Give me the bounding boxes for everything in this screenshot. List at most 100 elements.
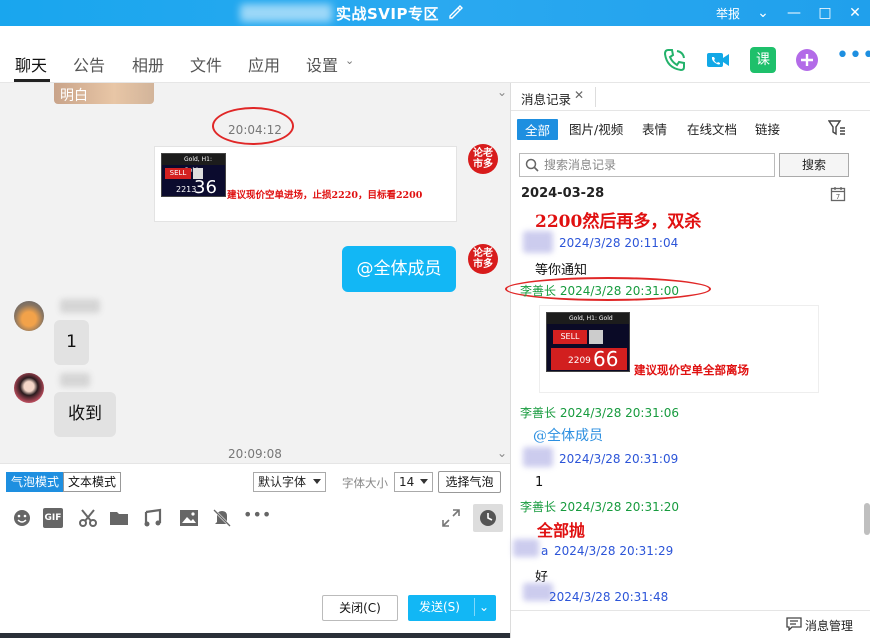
- history-message-text: 等你通知: [535, 263, 588, 278]
- phone-call-icon[interactable]: [662, 47, 688, 73]
- font-size-value: 14: [399, 475, 415, 489]
- avatar-seal[interactable]: 论老 市多: [468, 144, 498, 174]
- chevron-down-icon[interactable]: ⌄: [479, 595, 489, 619]
- send-button[interactable]: 发送(S) ⌄: [408, 595, 496, 621]
- close-icon[interactable]: ✕: [845, 3, 865, 23]
- timestamp: 20:09:08: [228, 447, 282, 461]
- search-placeholder: 搜索消息记录: [544, 158, 617, 172]
- font-family-value: 默认字体: [258, 475, 307, 489]
- font-size-label: 字体大小: [342, 476, 388, 490]
- tab-chat[interactable]: 聊天: [15, 52, 47, 76]
- image-message[interactable]: Gold, H1: Gold SELL 2213 36 建议现价空单进场，止损2…: [154, 146, 457, 222]
- message-input-area: 气泡模式 文本模式 默认字体 字体大小 14 选择气泡 GIF ••• 关闭(C…: [0, 463, 510, 633]
- partial-image[interactable]: 明白: [54, 83, 154, 104]
- report-link[interactable]: 举报: [716, 5, 740, 22]
- video-call-icon[interactable]: [705, 47, 731, 73]
- history-message-time: 2024/3/28 20:31:48: [549, 590, 669, 604]
- avatar[interactable]: [14, 301, 44, 331]
- add-app-icon[interactable]: [794, 47, 820, 73]
- message-bubble[interactable]: 收到: [54, 392, 116, 437]
- chevron-down-icon[interactable]: ⌄: [753, 3, 773, 23]
- history-search-button[interactable]: 搜索: [779, 153, 849, 177]
- tab-files[interactable]: 文件: [190, 52, 222, 76]
- history-tab-title[interactable]: 消息记录: [521, 89, 571, 108]
- chevron-down-icon: [420, 479, 428, 484]
- trade-note: 建议现价空单全部离场: [634, 363, 749, 377]
- maximize-icon[interactable]: □: [815, 3, 835, 23]
- sell-label: SELL: [553, 330, 587, 344]
- class-icon[interactable]: 课: [750, 47, 776, 73]
- choose-bubble-button[interactable]: 选择气泡: [438, 471, 501, 493]
- trade-note: 建议现价空单进场，止损2220，目标看2200: [227, 190, 423, 201]
- tab-settings[interactable]: 设置: [306, 52, 338, 76]
- close-icon[interactable]: ✕: [574, 88, 584, 102]
- more-icon[interactable]: •••: [243, 507, 271, 528]
- bubble-mode-button[interactable]: 气泡模式: [6, 472, 65, 492]
- filter-docs[interactable]: 在线文档: [687, 119, 737, 138]
- send-label: 发送(S): [419, 600, 460, 614]
- history-search-input[interactable]: 搜索消息记录: [519, 153, 775, 177]
- divider: [474, 598, 475, 616]
- scissors-icon[interactable]: [78, 508, 98, 528]
- gif-icon[interactable]: GIF: [43, 508, 63, 528]
- text-mode-button[interactable]: 文本模式: [63, 472, 122, 492]
- trade-panel-image: Gold, H1: Gold SELL 2209 66: [546, 312, 630, 372]
- font-family-select[interactable]: 默认字体: [253, 472, 326, 492]
- history-footer: 消息管理: [511, 610, 870, 638]
- message-manage-button[interactable]: 消息管理: [805, 617, 853, 634]
- history-date: 2024-03-28: [521, 186, 605, 201]
- filter-links[interactable]: 链接: [755, 119, 780, 138]
- filter-all[interactable]: 全部: [517, 119, 559, 140]
- price-small: 2209: [568, 356, 591, 366]
- sell-label: SELL: [165, 168, 191, 179]
- filter-icon[interactable]: [828, 120, 846, 136]
- chevron-down-icon: [313, 479, 321, 484]
- music-icon[interactable]: [143, 508, 163, 528]
- history-message-text: @全体成员: [533, 428, 603, 444]
- tab-announcement[interactable]: 公告: [73, 52, 105, 76]
- font-size-select[interactable]: 14: [394, 472, 433, 492]
- partial-image-text: 明白: [60, 88, 88, 104]
- tab-active-indicator: [14, 79, 50, 82]
- tab-album[interactable]: 相册: [132, 52, 164, 76]
- more-icon[interactable]: •••: [836, 45, 870, 73]
- collapse-icon[interactable]: ⌄: [497, 85, 507, 99]
- tab-apps[interactable]: 应用: [248, 52, 280, 76]
- image-message[interactable]: Gold, H1: Gold SELL 2209 66 建议现价空单全部离场: [539, 305, 819, 393]
- message-manage-icon[interactable]: [786, 617, 802, 631]
- title-bar: 实战SVIP专区 举报 ⌄ — □ ✕: [0, 0, 870, 26]
- history-tab-header: 消息记录 ✕: [511, 83, 870, 111]
- image-icon[interactable]: [179, 508, 199, 528]
- edit-icon[interactable]: [447, 4, 463, 20]
- mute-bell-icon[interactable]: [212, 508, 232, 528]
- lot-box: [589, 330, 603, 344]
- folder-icon[interactable]: [109, 508, 129, 528]
- message-bubble[interactable]: 1: [54, 320, 89, 365]
- chevron-down-icon[interactable]: ⌄: [345, 54, 354, 67]
- history-message-text: 全部抛: [537, 521, 586, 540]
- history-toggle[interactable]: [473, 504, 503, 532]
- history-message-time: 2024/3/28 20:11:04: [559, 236, 679, 250]
- history-message-time: 2024/3/28 20:31:29: [554, 544, 674, 558]
- calendar-icon[interactable]: 7: [830, 186, 846, 202]
- chart-label: Gold, H1: Gold: [162, 154, 225, 174]
- blurred-name: [60, 373, 90, 387]
- timestamp: 20:04:12: [228, 123, 282, 137]
- price-big: 66: [593, 347, 619, 371]
- chevron-down-icon[interactable]: ⌄: [497, 446, 507, 460]
- avatar-seal[interactable]: 论老 市多: [468, 244, 498, 274]
- avatar[interactable]: [14, 373, 44, 403]
- minimize-icon[interactable]: —: [784, 3, 804, 23]
- chat-messages[interactable]: 明白 ⌄ 20:04:12 Gold, H1: Gold SELL 2213 3…: [0, 83, 510, 463]
- blurred-avatar: [523, 231, 553, 253]
- search-icon: [525, 158, 539, 172]
- message-bubble[interactable]: @全体成员: [342, 246, 456, 292]
- history-message-header: 李善长 2024/3/28 20:31:20: [520, 500, 680, 514]
- expand-icon[interactable]: [441, 508, 461, 528]
- emoji-icon[interactable]: [12, 508, 32, 528]
- history-message-header: 李善长 2024/3/28 20:31:06: [520, 406, 680, 420]
- filter-media[interactable]: 图片/视频: [569, 119, 623, 138]
- filter-emoji[interactable]: 表情: [642, 119, 667, 138]
- scrollbar-thumb[interactable]: [864, 503, 870, 535]
- close-button[interactable]: 关闭(C): [322, 595, 398, 621]
